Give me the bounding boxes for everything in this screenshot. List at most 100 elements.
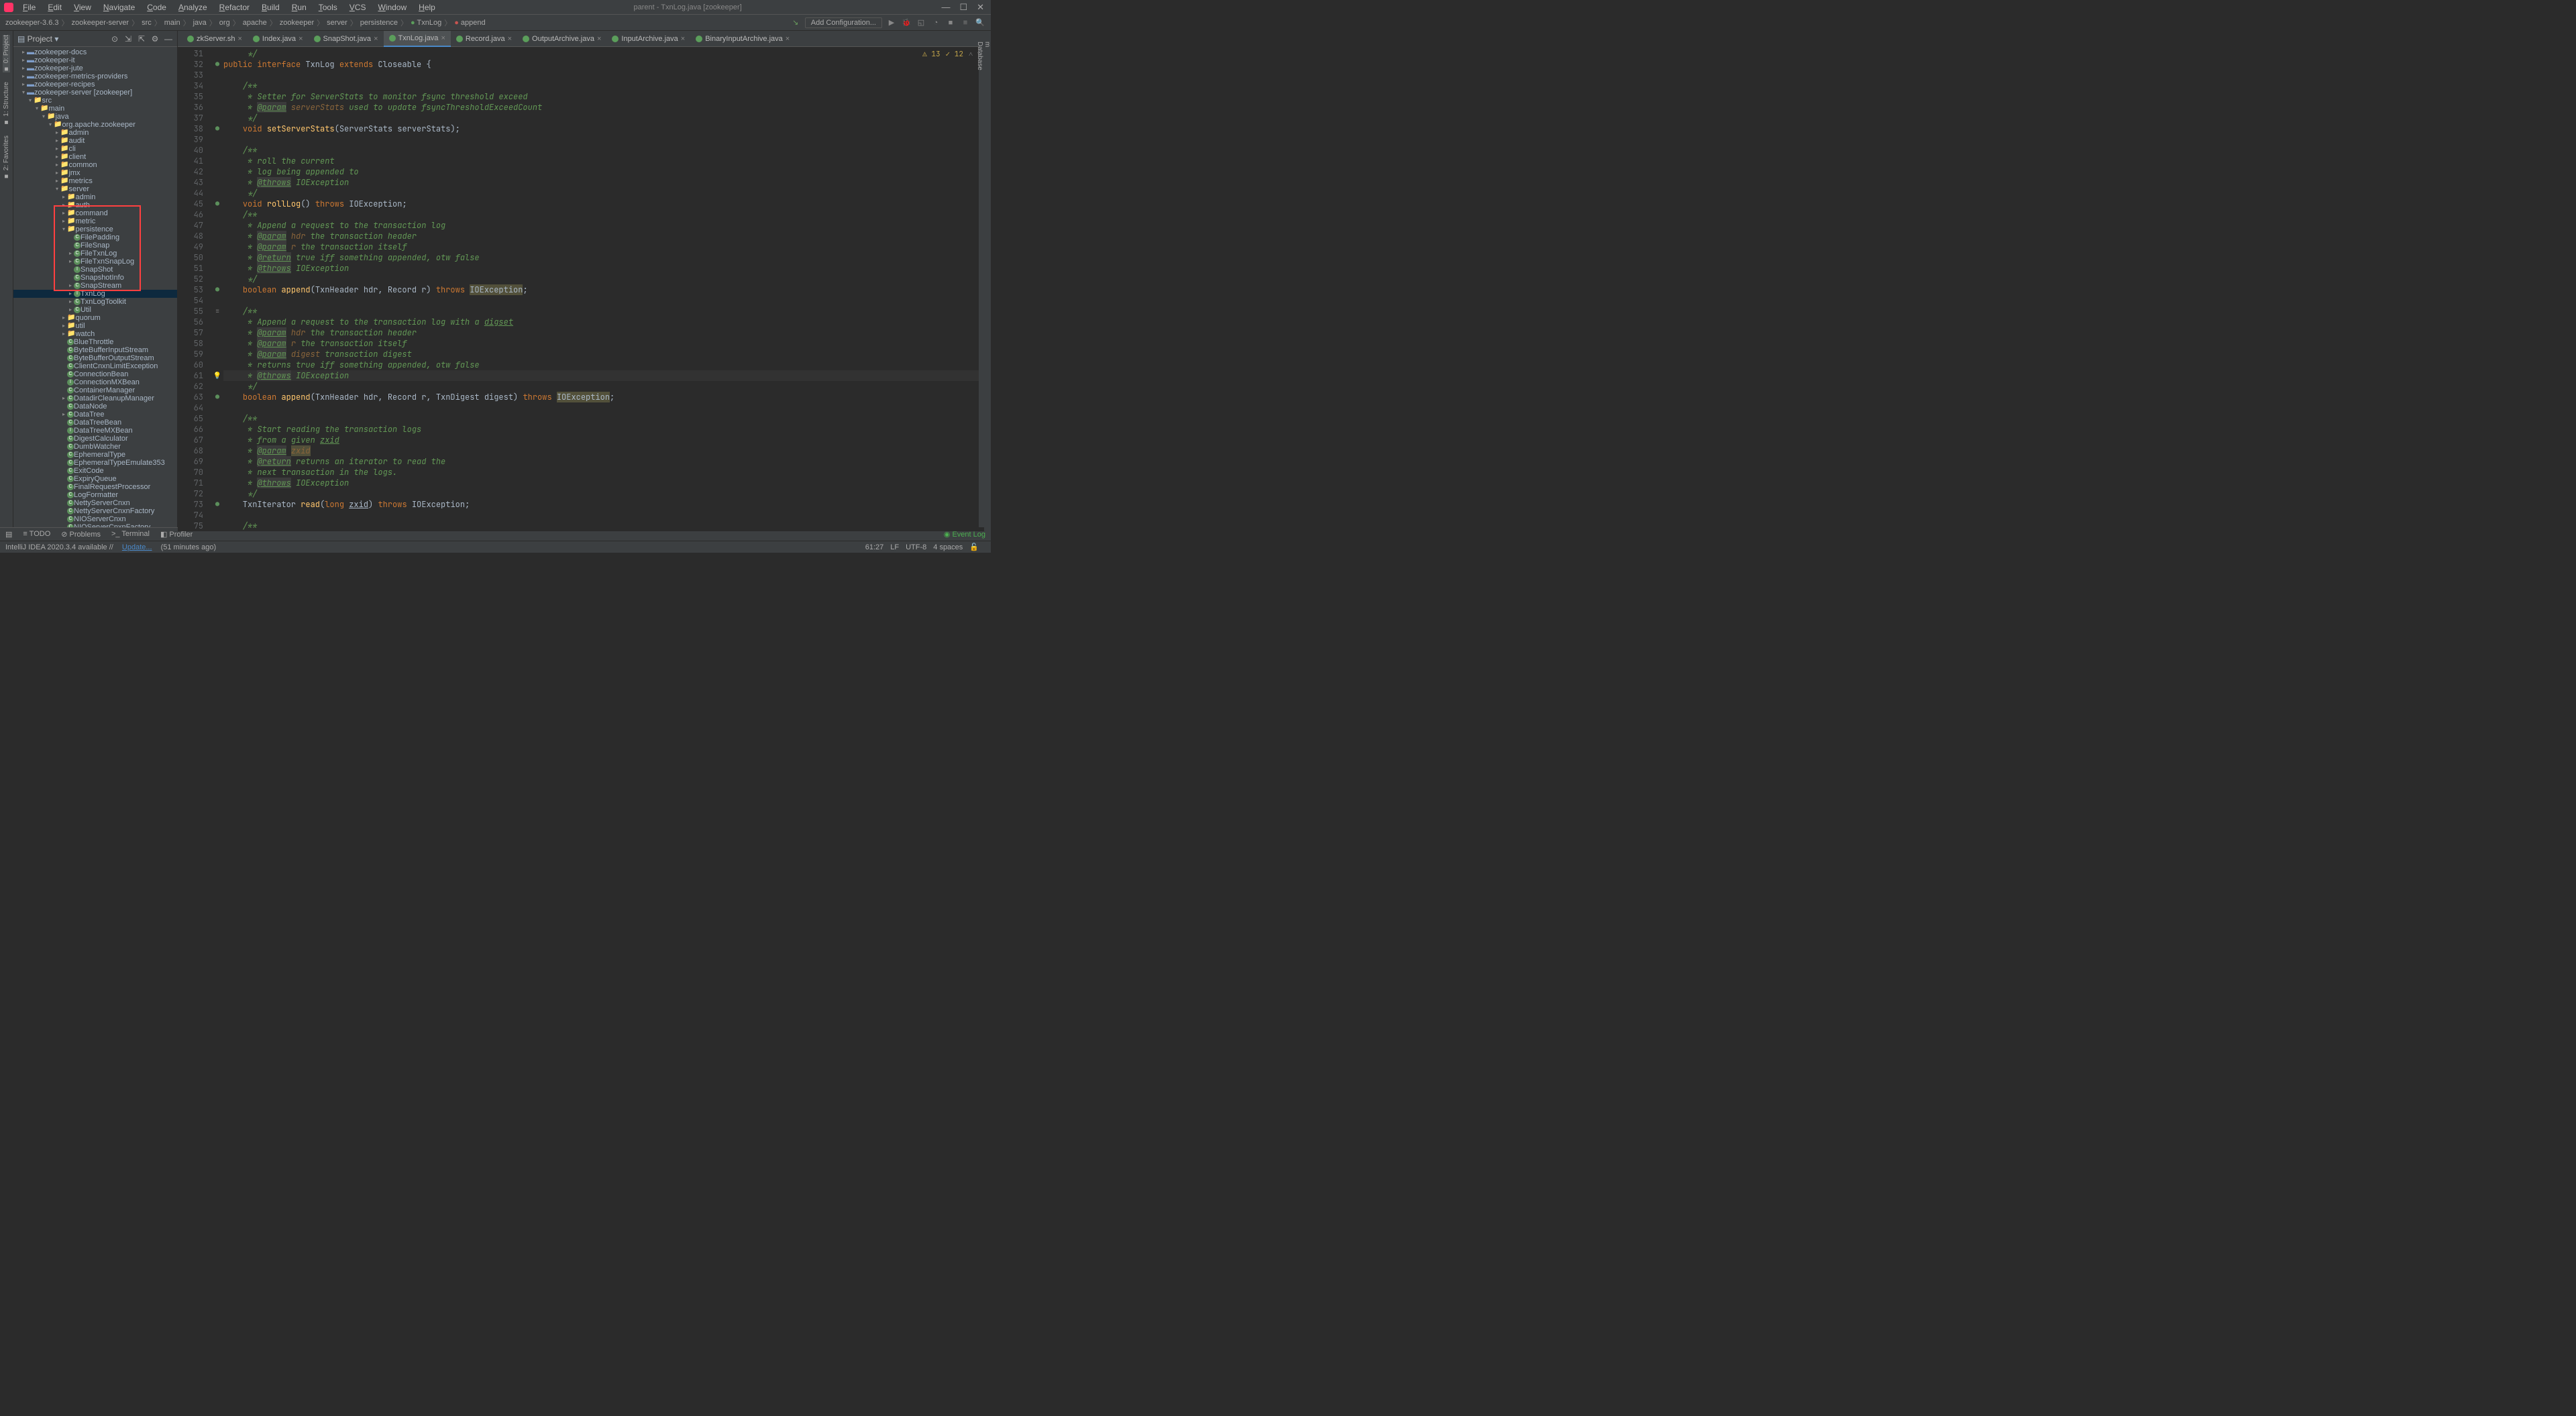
coverage-icon[interactable]: ◱ (916, 17, 926, 28)
breadcrumb-item[interactable]: persistence (360, 19, 398, 27)
stop-icon[interactable]: ■ (945, 17, 956, 28)
hide-icon[interactable]: — (164, 34, 173, 44)
editor-tab[interactable]: InputArchive.java× (606, 31, 690, 47)
breadcrumb-item[interactable]: apache (243, 19, 267, 27)
settings-icon[interactable]: ⚙ (150, 34, 160, 44)
tree-item[interactable]: ▸▬ zookeeper-recipes (13, 80, 177, 89)
tree-item[interactable]: C DumbWatcher (13, 443, 177, 451)
tree-item[interactable]: C NIOServerCnxnFactory (13, 523, 177, 527)
close-tab-icon[interactable]: × (374, 35, 378, 43)
inspection-widget[interactable]: ⚠ 13 ✓ 12 ˄ ˅ (922, 50, 981, 59)
tool-tab-project[interactable]: ■ 0: Project (3, 35, 10, 72)
tree-item[interactable]: I SnapShot (13, 266, 177, 274)
tree-item[interactable]: C ContainerManager (13, 386, 177, 394)
project-view-dropdown[interactable]: ▤ Project ▾ (17, 34, 58, 44)
tree-item[interactable]: ▸📁 quorum (13, 314, 177, 322)
tree-item[interactable]: ▸▬ zookeeper-metrics-providers (13, 72, 177, 80)
bottom-tab-todo[interactable]: ≡ TODO (23, 530, 50, 539)
breadcrumb-item[interactable]: ● TxnLog (411, 19, 441, 27)
breadcrumb-item[interactable]: main (164, 19, 180, 27)
breadcrumb-item[interactable]: server (327, 19, 347, 27)
tree-item[interactable]: ▸C FileTxnSnapLog (13, 258, 177, 266)
menu-build[interactable]: Build (256, 1, 285, 13)
tree-item[interactable]: ▸📁 auth (13, 201, 177, 209)
tree-item[interactable]: ▸I TxnLog (13, 290, 177, 298)
breadcrumb-item[interactable]: java (193, 19, 207, 27)
tree-item[interactable]: ▸C Util (13, 306, 177, 314)
editor-tab[interactable]: BinaryInputArchive.java× (690, 31, 795, 47)
menu-view[interactable]: View (68, 1, 97, 13)
encoding[interactable]: UTF-8 (906, 543, 926, 551)
tree-item[interactable]: C ClientCnxnLimitException (13, 362, 177, 370)
breadcrumb-item[interactable]: src (142, 19, 152, 27)
tree-item[interactable]: C DataTreeBean (13, 419, 177, 427)
close-tab-icon[interactable]: × (299, 35, 303, 43)
tree-item[interactable]: ▸C SnapStream (13, 282, 177, 290)
tree-item[interactable]: C ExitCode (13, 467, 177, 475)
line-separator[interactable]: LF (890, 543, 899, 551)
maximize-icon[interactable]: ☐ (959, 2, 967, 13)
tree-item[interactable]: C ConnectionBean (13, 370, 177, 378)
tree-item[interactable]: ▾📁 org.apache.zookeeper (13, 121, 177, 129)
tree-item[interactable]: ▸📁 metric (13, 217, 177, 225)
menu-help[interactable]: Help (413, 1, 441, 13)
tree-item[interactable]: ▾📁 main (13, 105, 177, 113)
tree-item[interactable]: ▸📁 jmx (13, 169, 177, 177)
tree-item[interactable]: C DataNode (13, 402, 177, 411)
tree-item[interactable]: ▸📁 metrics (13, 177, 177, 185)
tree-item[interactable]: ▸C DataTree (13, 411, 177, 419)
debug-icon[interactable]: 🐞 (901, 17, 912, 28)
menu-window[interactable]: Window (372, 1, 412, 13)
tree-item[interactable]: ▸C DatadirCleanupManager (13, 394, 177, 402)
tree-item[interactable]: ▸C FileTxnLog (13, 250, 177, 258)
tree-item[interactable]: ▸C TxnLogToolkit (13, 298, 177, 306)
tree-item[interactable]: C ByteBufferOutputStream (13, 354, 177, 362)
tree-item[interactable]: ▾📁 persistence (13, 225, 177, 233)
editor-tab[interactable]: Record.java× (451, 31, 517, 47)
bottom-tab-problems[interactable]: ⊘ Problems (61, 530, 101, 539)
tree-item[interactable]: ▸📁 common (13, 161, 177, 169)
tree-item[interactable]: ▸📁 cli (13, 145, 177, 153)
run-icon[interactable]: ▶ (886, 17, 897, 28)
close-tab-icon[interactable]: × (508, 35, 512, 43)
tree-item[interactable]: ▸📁 command (13, 209, 177, 217)
tree-item[interactable]: C NettyServerCnxn (13, 499, 177, 507)
tree-item[interactable]: ▾▬ zookeeper-server [zookeeper] (13, 89, 177, 97)
editor-tab[interactable]: Index.java× (248, 31, 309, 47)
tree-item[interactable]: ▸▬ zookeeper-docs (13, 48, 177, 56)
editor-tab[interactable]: TxnLog.java× (384, 31, 451, 47)
tree-item[interactable]: ▸📁 client (13, 153, 177, 161)
menu-vcs[interactable]: VCS (344, 1, 372, 13)
search-icon[interactable]: 🔍 (975, 17, 985, 28)
close-icon[interactable]: ✕ (977, 2, 984, 13)
bottom-tab-terminal[interactable]: >_ Terminal (111, 530, 150, 539)
tree-item[interactable]: C SnapshotInfo (13, 274, 177, 282)
tree-item[interactable]: ▸📁 audit (13, 137, 177, 145)
menu-refactor[interactable]: Refactor (214, 1, 255, 13)
tree-item[interactable]: ▾📁 java (13, 113, 177, 121)
tree-item[interactable]: ▾📁 src (13, 97, 177, 105)
tree-item[interactable]: C FinalRequestProcessor (13, 483, 177, 491)
run-configuration-dropdown[interactable]: Add Configuration... (805, 17, 882, 28)
close-tab-icon[interactable]: × (786, 35, 790, 43)
editor-tab[interactable]: SnapShot.java× (309, 31, 384, 47)
tree-item[interactable]: ▸📁 admin (13, 129, 177, 137)
tree-item[interactable]: C ByteBufferInputStream (13, 346, 177, 354)
expand-icon[interactable]: ⇲ (123, 34, 133, 44)
show-tool-icon[interactable]: ▤ (5, 530, 12, 539)
menu-code[interactable]: Code (142, 1, 172, 13)
caret-position[interactable]: 61:27 (865, 543, 884, 551)
close-tab-icon[interactable]: × (237, 35, 241, 43)
menu-run[interactable]: Run (286, 1, 312, 13)
tool-tab-m[interactable]: m (983, 38, 991, 527)
tree-item[interactable]: I DataTreeMXBean (13, 427, 177, 435)
breadcrumb-item[interactable]: zookeeper-server (72, 19, 129, 27)
tree-item[interactable]: C EphemeralType (13, 451, 177, 459)
collapse-icon[interactable]: ⇱ (137, 34, 146, 44)
tree-item[interactable]: I ConnectionMXBean (13, 378, 177, 386)
tree-item[interactable]: ▸📁 util (13, 322, 177, 330)
editor[interactable]: 3132333435363738394041424344454647484950… (178, 47, 991, 531)
close-tab-icon[interactable]: × (597, 35, 601, 43)
menu-tools[interactable]: Tools (313, 1, 343, 13)
tree-item[interactable]: C NIOServerCnxn (13, 515, 177, 523)
